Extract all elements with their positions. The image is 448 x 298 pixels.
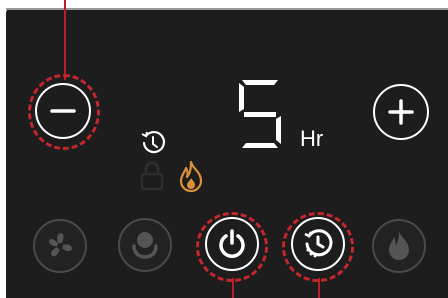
comfort-button[interactable]: [118, 218, 172, 272]
plus-button[interactable]: [373, 84, 429, 140]
timer-button[interactable]: [291, 217, 345, 271]
plus-icon: [388, 99, 414, 125]
unit-label: Hr: [300, 126, 324, 151]
power-button[interactable]: [205, 217, 259, 271]
minus-button[interactable]: [35, 83, 91, 139]
hours-display: 5: [236, 78, 284, 155]
panel-edge: [6, 8, 448, 10]
fan-button[interactable]: [33, 219, 87, 273]
lock-icon: [140, 161, 164, 191]
clock-icon: [141, 130, 166, 154]
seven-segment-digit: [239, 80, 281, 148]
minus-icon: [50, 109, 76, 113]
fan-icon: [48, 233, 72, 257]
person-heat-icon: [132, 232, 158, 259]
heat-flame-icon: [179, 160, 203, 193]
callout-line-minus: [64, 0, 66, 80]
timer-icon: [304, 229, 333, 258]
flame-button[interactable]: [372, 219, 426, 273]
power-icon: [219, 229, 245, 258]
flame-icon: [389, 231, 409, 260]
